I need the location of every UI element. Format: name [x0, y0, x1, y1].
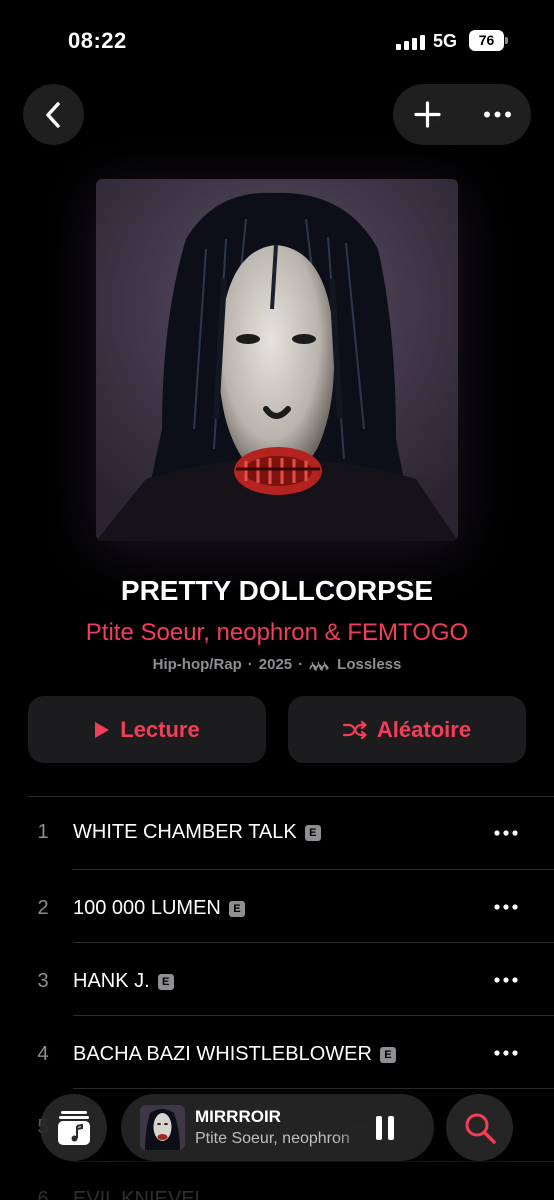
lossless-icon	[309, 661, 329, 672]
track-number: 1	[37, 821, 49, 843]
track-title-text: WHITE CHAMBER TALK	[73, 821, 297, 843]
battery-level: 76	[469, 30, 504, 51]
pause-icon[interactable]	[371, 1114, 399, 1142]
track-number: 4	[37, 1043, 49, 1065]
track-more-icon[interactable]	[488, 965, 524, 995]
track-title-text: BACHA BAZI WHISTLEBLOWER	[73, 1043, 372, 1065]
track-title: 100 000 LUMEN E	[73, 897, 245, 920]
text-fade	[335, 1124, 371, 1154]
track-title: EVIL KNIEVEL	[73, 1188, 206, 1200]
explicit-badge: E	[157, 973, 174, 990]
track-row[interactable]: 3 HANK J. E	[0, 943, 554, 1016]
track-number: 2	[37, 897, 49, 919]
album-title: PRETTY DOLLCORPSE	[120, 575, 434, 606]
play-button-label: Lecture	[120, 716, 200, 742]
play-button[interactable]: Lecture	[28, 696, 266, 763]
status-time: 08:22	[68, 28, 127, 53]
track-title-text: 100 000 LUMEN	[73, 897, 221, 919]
meta-separator: ·	[247, 656, 253, 673]
status-bar: 08:22 5G 76	[0, 0, 554, 80]
album-genre: Hip-hop/Rap	[152, 656, 242, 673]
shuffle-button[interactable]: Aléatoire	[288, 696, 526, 763]
track-row[interactable]: 6 EVIL KNIEVEL	[0, 1162, 554, 1200]
explicit-badge: E	[304, 824, 321, 841]
album-year: 2025	[258, 656, 293, 673]
search-button[interactable]	[446, 1094, 513, 1161]
back-button[interactable]	[23, 84, 84, 145]
track-more-icon[interactable]	[488, 892, 524, 922]
add-button[interactable]	[407, 94, 448, 135]
track-title-text: HANK J.	[73, 970, 150, 992]
plus-icon	[414, 101, 441, 128]
mini-player[interactable]: MIRRROIR Ptite Soeur, neophron	[121, 1094, 434, 1161]
music-library-icon	[57, 1110, 90, 1145]
track-row[interactable]: 4 BACHA BAZI WHISTLEBLOWER E	[0, 1016, 554, 1089]
explicit-badge: E	[228, 900, 245, 917]
track-more-icon[interactable]	[488, 818, 524, 848]
meta-separator: ·	[298, 656, 304, 673]
track-more-icon[interactable]	[488, 1038, 524, 1068]
album-quality: Lossless	[337, 656, 402, 673]
track-number: 3	[37, 970, 49, 992]
actions-pill	[393, 84, 531, 145]
album-meta: Hip-hop/Rap · 2025 · Lossless	[0, 656, 554, 673]
play-icon	[95, 721, 110, 738]
signal-icon	[396, 34, 426, 50]
shuffle-icon	[342, 720, 367, 739]
search-icon	[465, 1113, 496, 1144]
track-number: 6	[37, 1188, 49, 1200]
track-title-text: EVIL KNIEVEL	[73, 1188, 206, 1200]
ellipsis-icon	[484, 111, 511, 118]
track-title: WHITE CHAMBER TALK E	[73, 821, 321, 844]
more-options-button[interactable]	[477, 94, 518, 135]
now-playing-title: MIRRROIR	[195, 1107, 281, 1126]
album-artist-link[interactable]: Ptite Soeur, neophron & FEMTOGO	[0, 619, 554, 647]
track-row[interactable]: 1 WHITE CHAMBER TALK E	[0, 797, 554, 870]
track-title: BACHA BAZI WHISTLEBLOWER E	[73, 1043, 396, 1066]
mini-player-artwork	[140, 1105, 185, 1150]
shuffle-button-label: Aléatoire	[376, 716, 472, 742]
battery-icon: 76	[469, 30, 509, 51]
chevron-left-icon	[45, 101, 60, 128]
library-button[interactable]	[40, 1094, 107, 1161]
network-type: 5G	[433, 31, 458, 51]
album-artwork	[96, 179, 458, 541]
explicit-badge: E	[379, 1046, 396, 1063]
track-row[interactable]: 2 100 000 LUMEN E	[0, 870, 554, 943]
track-title: HANK J. E	[73, 970, 174, 993]
